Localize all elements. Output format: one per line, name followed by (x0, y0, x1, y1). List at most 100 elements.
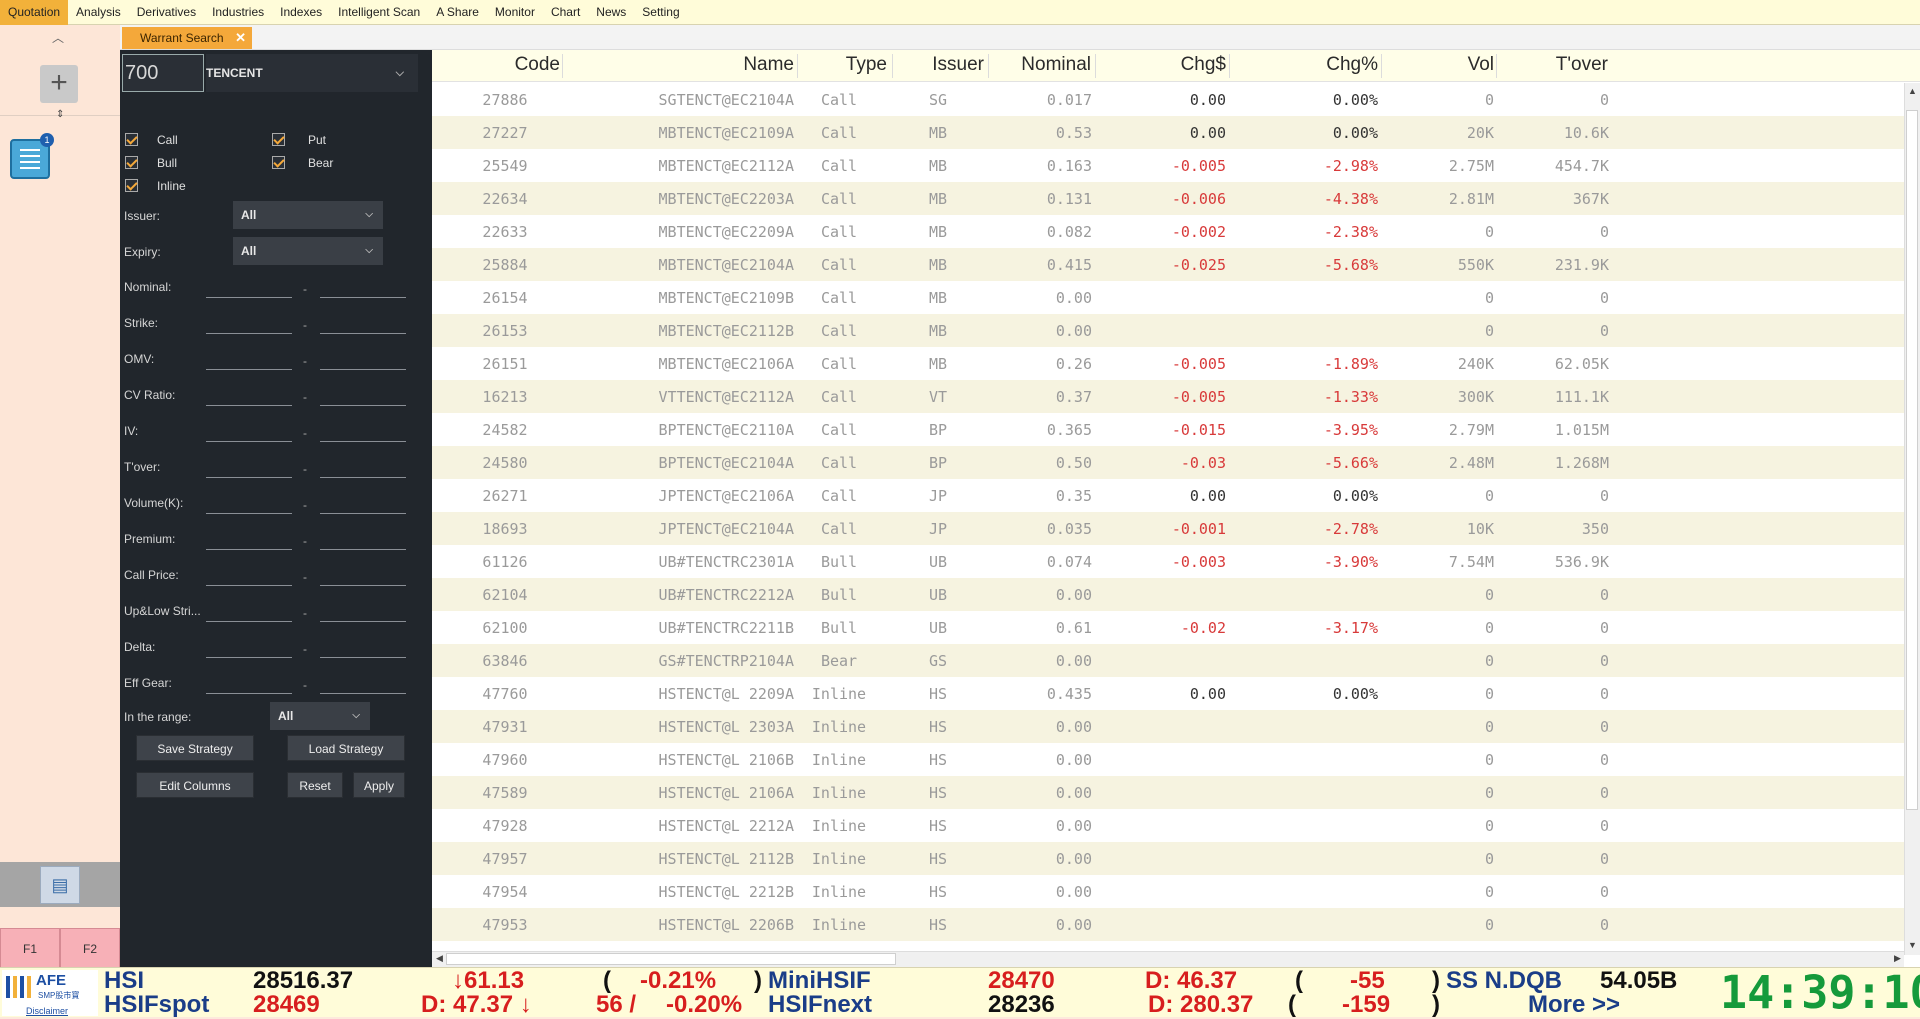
column-divider[interactable] (1229, 54, 1230, 78)
table-row[interactable]: 26271 JPTENCT@EC2106A Call JP 0.35 0.00 0.00% 0… (432, 479, 1904, 512)
save-strategy-button[interactable]: Save Strategy (136, 735, 254, 761)
delta-min-input[interactable] (206, 636, 292, 658)
premium-max-input[interactable] (320, 528, 406, 550)
table-row[interactable]: 47589 HSTENCT@L 2106A Inline HS 0.00 0 0 (432, 776, 1904, 809)
table-row[interactable]: 22633 MBTENCT@EC2209A Call MB 0.082 -0.002 -2.… (432, 215, 1904, 248)
hsifspot-label[interactable]: HSIFspot (104, 993, 209, 1017)
menu-indexes[interactable]: Indexes (272, 0, 330, 25)
cv-ratio-max-input[interactable] (320, 384, 406, 406)
table-row[interactable]: 22634 MBTENCT@EC2203A Call MB 0.131 -0.006 -4.… (432, 182, 1904, 215)
t-over-max-input[interactable] (320, 456, 406, 478)
disclaimer-link[interactable]: Disclaimer (26, 1006, 68, 1016)
menu-quotation[interactable]: Quotation (0, 0, 69, 25)
vertical-scroll-thumb[interactable] (1906, 110, 1918, 810)
table-row[interactable]: 47931 HSTENCT@L 2303A Inline HS 0.00 0 0 (432, 710, 1904, 743)
table-row[interactable]: 26153 MBTENCT@EC2112B Call MB 0.00 0 0 (432, 314, 1904, 347)
table-row[interactable]: 27886 SGTENCT@EC2104A Call SG 0.017 0.00 0.00%… (432, 83, 1904, 116)
table-row[interactable]: 25884 MBTENCT@EC2104A Call MB 0.415 -0.025 -5.… (432, 248, 1904, 281)
chevron-up-icon[interactable]: ︿ (52, 29, 64, 46)
column-header-nominal[interactable]: Nominal (941, 54, 1091, 76)
volume-k-max-input[interactable] (320, 492, 406, 514)
column-divider[interactable] (988, 54, 989, 78)
table-row[interactable]: 47957 HSTENCT@L 2112B Inline HS 0.00 0 0 (432, 842, 1904, 875)
bull-checkbox[interactable] (125, 156, 138, 169)
iv-max-input[interactable] (320, 420, 406, 442)
scroll-up-icon[interactable]: ▲ (1908, 86, 1917, 96)
omv-min-input[interactable] (206, 348, 292, 370)
splitter-icon[interactable]: ⇕ (56, 109, 64, 120)
table-row[interactable]: 26151 MBTENCT@EC2106A Call MB 0.26 -0.005 -1.8… (432, 347, 1904, 380)
t-over-min-input[interactable] (206, 456, 292, 478)
column-divider[interactable] (562, 54, 563, 78)
table-row[interactable]: 62104 UB#TENCTRC2212A Bull UB 0.00 0 0 (432, 578, 1904, 611)
omv-max-input[interactable] (320, 348, 406, 370)
menu-industries[interactable]: Industries (204, 0, 272, 25)
stock-code-input[interactable]: 700 (122, 54, 204, 92)
table-row[interactable]: 47960 HSTENCT@L 2106B Inline HS 0.00 0 0 (432, 743, 1904, 776)
apply-button[interactable]: Apply (353, 772, 405, 798)
eff-gear-min-input[interactable] (206, 672, 292, 694)
column-divider[interactable] (797, 54, 798, 78)
nominal-max-input[interactable] (320, 276, 406, 298)
call-checkbox[interactable] (125, 133, 138, 146)
bear-checkbox[interactable] (272, 156, 285, 169)
table-row[interactable]: 47954 HSTENCT@L 2212B Inline HS 0.00 0 0 (432, 875, 1904, 908)
delta-max-input[interactable] (320, 636, 406, 658)
strike-min-input[interactable] (206, 312, 292, 334)
stock-name-dropdown[interactable]: TENCENT ⌵ (206, 54, 418, 92)
expiry-dropdown[interactable]: All ⌵ (233, 237, 383, 265)
column-divider[interactable] (892, 54, 893, 78)
menu-a-share[interactable]: A Share (428, 0, 487, 25)
column-header-t-over[interactable]: T'over (1458, 54, 1608, 76)
premium-min-input[interactable] (206, 528, 292, 550)
table-row[interactable]: 63846 GS#TENCTRP2104A Bear GS 0.00 0 0 (432, 644, 1904, 677)
in-range-dropdown[interactable]: All ⌵ (270, 702, 370, 730)
more-link[interactable]: More >> (1528, 993, 1620, 1017)
scroll-right-icon[interactable]: ▶ (1894, 953, 1901, 964)
menu-intelligent-scan[interactable]: Intelligent Scan (330, 0, 428, 25)
table-row[interactable]: 24580 BPTENCT@EC2104A Call BP 0.50 -0.03 -5.66… (432, 446, 1904, 479)
call-price-min-input[interactable] (206, 564, 292, 586)
edit-columns-button[interactable]: Edit Columns (136, 772, 254, 798)
afe-logo[interactable]: AFE SMP股市寶 Disclaimer (2, 970, 98, 1016)
add-page-button[interactable]: + (40, 65, 78, 103)
table-row[interactable]: 27227 MBTENCT@EC2109A Call MB 0.53 0.00 0.00% 2… (432, 116, 1904, 149)
up-low-stri-min-input[interactable] (206, 600, 292, 622)
table-row[interactable]: 26154 MBTENCT@EC2109B Call MB 0.00 0 0 (432, 281, 1904, 314)
menu-setting[interactable]: Setting (634, 0, 687, 25)
scroll-left-icon[interactable]: ◀ (436, 953, 443, 964)
menu-analysis[interactable]: Analysis (68, 0, 129, 25)
call-price-max-input[interactable] (320, 564, 406, 586)
strike-max-input[interactable] (320, 312, 406, 334)
tab-warrant-search[interactable]: Warrant Search ✕ (122, 27, 252, 49)
column-header-code[interactable]: Code (410, 54, 560, 76)
table-row[interactable]: 18693 JPTENCT@EC2104A Call JP 0.035 -0.001 -2.… (432, 512, 1904, 545)
reset-button[interactable]: Reset (287, 772, 343, 798)
layout-icon[interactable]: ▤ (40, 866, 80, 904)
nominal-min-input[interactable] (206, 276, 292, 298)
iv-min-input[interactable] (206, 420, 292, 442)
column-divider[interactable] (1381, 54, 1382, 78)
close-icon[interactable]: ✕ (235, 27, 246, 49)
eff-gear-max-input[interactable] (320, 672, 406, 694)
hsi-label[interactable]: HSI (104, 969, 144, 993)
table-row[interactable]: 16213 VTTENCT@EC2112A Call VT 0.37 -0.005 -1.3… (432, 380, 1904, 413)
table-row[interactable]: 61126 UB#TENCTRC2301A Bull UB 0.074 -0.003 -3.… (432, 545, 1904, 578)
f2-button[interactable]: F2 (60, 928, 120, 968)
table-row[interactable]: 24582 BPTENCT@EC2110A Call BP 0.365 -0.015 -3.… (432, 413, 1904, 446)
column-header-chg[interactable]: Chg$ (1076, 54, 1226, 76)
menu-news[interactable]: News (588, 0, 634, 25)
table-row[interactable]: 25549 MBTENCT@EC2112A Call MB 0.163 -0.005 -2.… (432, 149, 1904, 182)
menu-monitor[interactable]: Monitor (487, 0, 543, 25)
f1-button[interactable]: F1 (0, 928, 60, 968)
load-strategy-button[interactable]: Load Strategy (287, 735, 405, 761)
hsifnext-label[interactable]: HSIFnext (768, 993, 872, 1017)
ss-label[interactable]: SS N.DQB (1446, 969, 1562, 993)
menu-chart[interactable]: Chart (543, 0, 588, 25)
put-checkbox[interactable] (272, 133, 285, 146)
minihsif-label[interactable]: MiniHSIF (768, 969, 871, 993)
issuer-dropdown[interactable]: All ⌵ (233, 201, 383, 229)
horizontal-scroll-thumb[interactable] (446, 953, 896, 965)
cv-ratio-min-input[interactable] (206, 384, 292, 406)
scroll-down-icon[interactable]: ▼ (1908, 940, 1917, 950)
